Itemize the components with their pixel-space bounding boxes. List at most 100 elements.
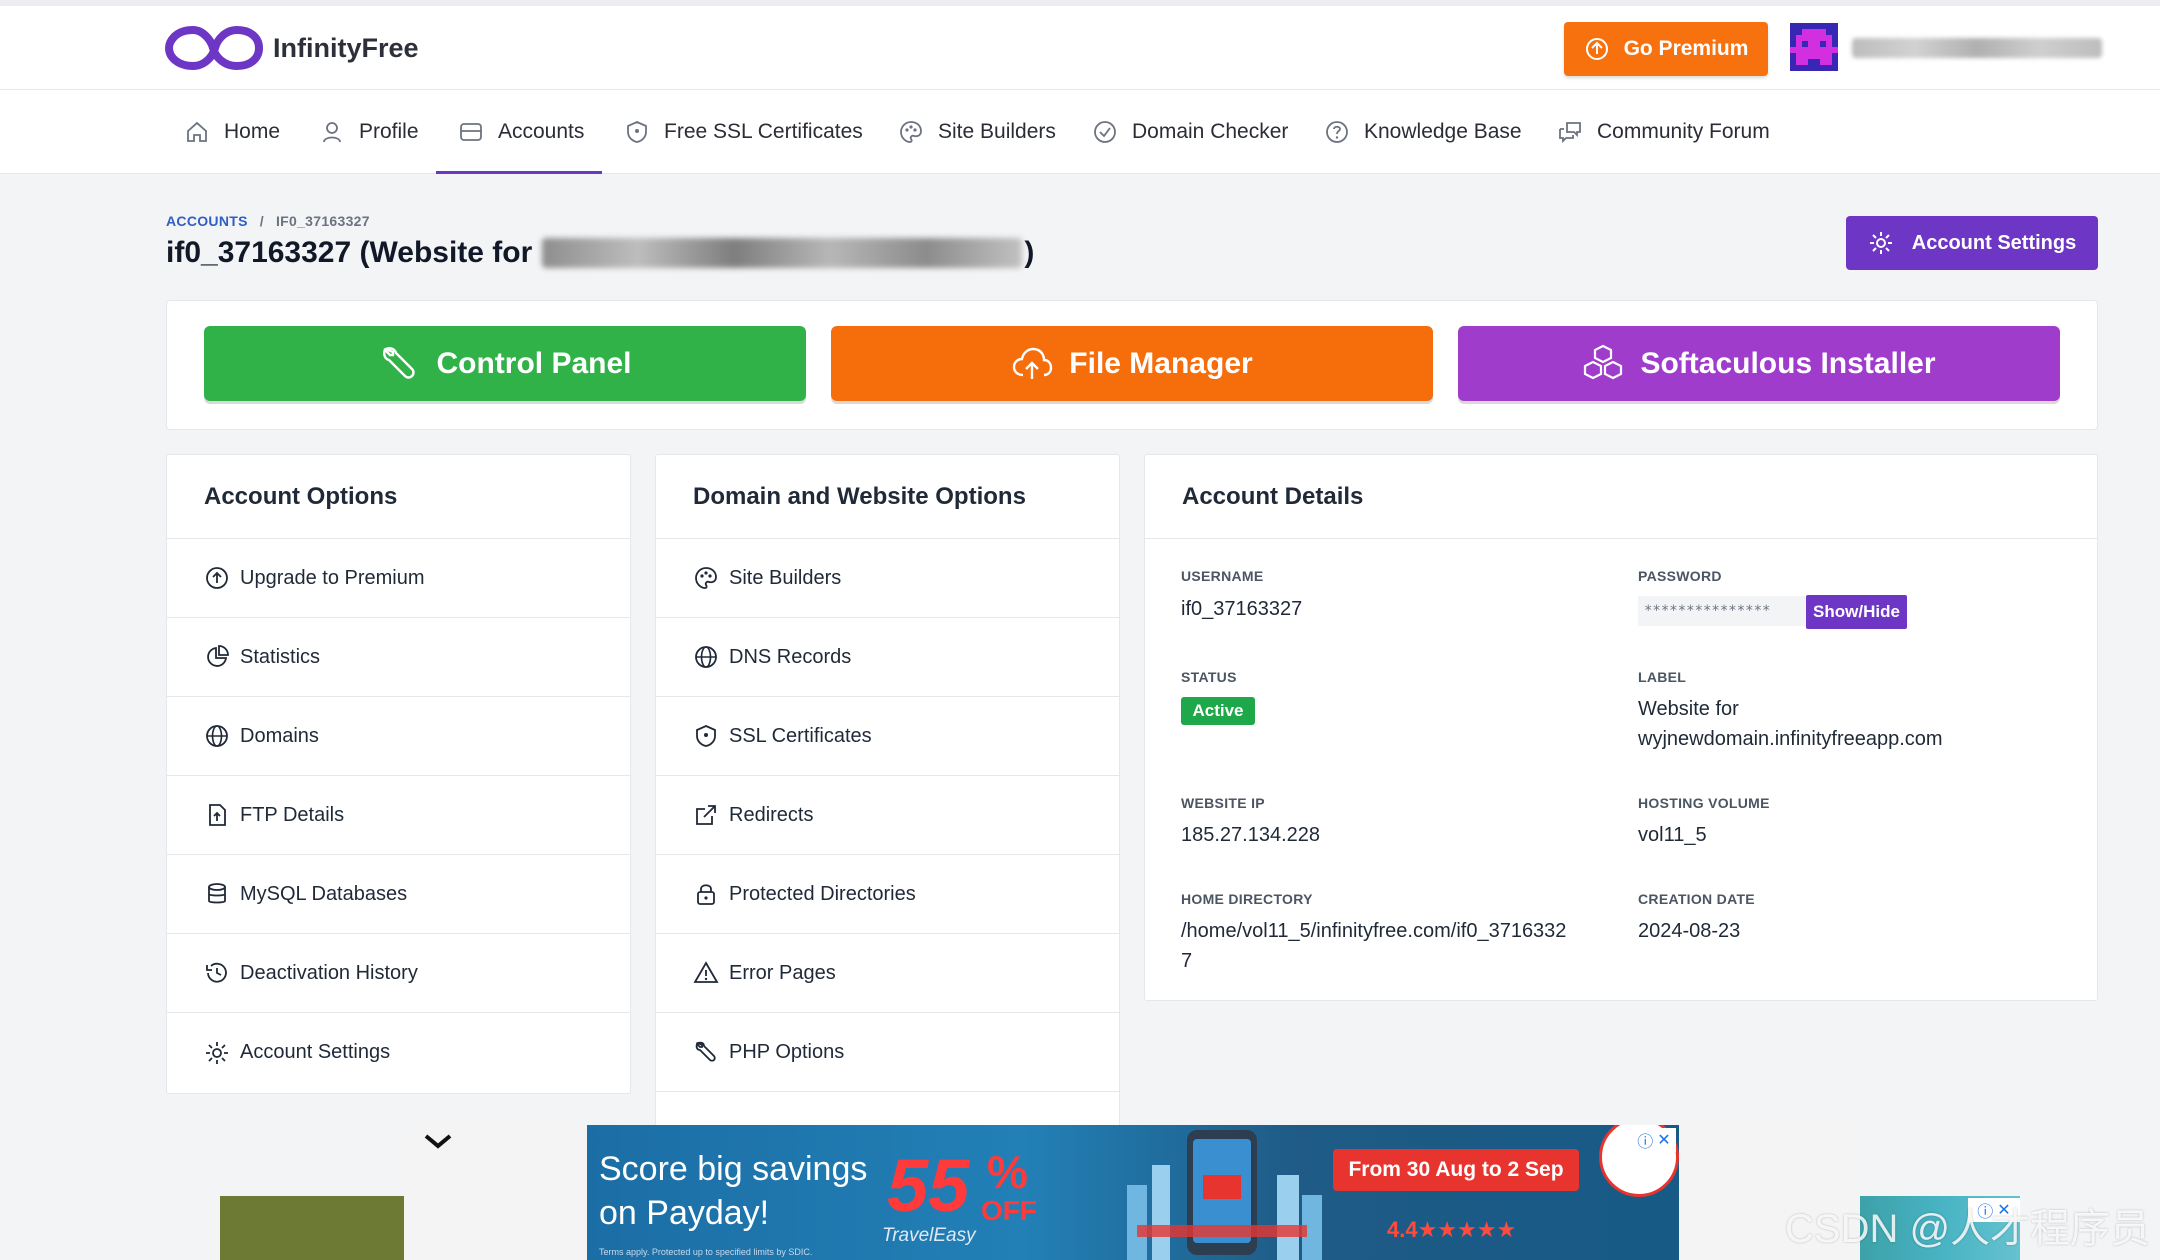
- lock-icon: [697, 884, 715, 905]
- globe-icon: [206, 725, 228, 747]
- nav-free-ssl[interactable]: Free SSL Certificates: [624, 90, 863, 174]
- avatar-pixel-icon: [1790, 23, 1838, 71]
- avatar[interactable]: [1790, 23, 1838, 71]
- nav-site-builders[interactable]: Site Builders: [898, 90, 1056, 174]
- chevron-down-icon[interactable]: [418, 1128, 458, 1156]
- option-error-pages[interactable]: Error Pages: [656, 934, 1119, 1013]
- brand-logo[interactable]: InfinityFree: [165, 22, 419, 74]
- shield-icon: [627, 121, 647, 143]
- ad-headline-line1: Score big savings: [599, 1150, 868, 1188]
- option-label: Site Builders: [729, 566, 842, 589]
- domain-options-title: Domain and Website Options: [656, 455, 1119, 539]
- nav-home[interactable]: Home: [184, 90, 280, 174]
- account-options-title: Account Options: [167, 455, 630, 539]
- pie-chart-icon: [207, 645, 229, 667]
- page-title-suffix: ): [1024, 236, 1035, 269]
- option-deactivation-history[interactable]: Deactivation History: [167, 934, 630, 1013]
- gear-icon: [1869, 232, 1892, 254]
- blurred-domain: [542, 238, 1023, 268]
- option-label: PHP Options: [729, 1040, 845, 1063]
- close-icon: ✕: [1657, 1132, 1671, 1149]
- infinity-logo-icon: [165, 25, 263, 71]
- username-label: USERNAME: [1181, 568, 1264, 584]
- breadcrumb: ACCOUNTS / IF0_37163327: [166, 213, 370, 229]
- option-label: SSL Certificates: [729, 724, 872, 747]
- check-circle-icon: [1094, 121, 1116, 143]
- label-value-line1: Website for: [1638, 698, 1739, 720]
- ad-banner[interactable]: Score big savings on Payday! 55 % OFF Tr…: [587, 1125, 1679, 1260]
- option-label: Protected Directories: [729, 882, 916, 905]
- option-label: Redirects: [729, 803, 814, 826]
- breadcrumb-accounts-link[interactable]: ACCOUNTS: [166, 213, 248, 229]
- ad-city-phone-illustration: [1127, 1130, 1322, 1260]
- page-title: if0_37163327 (Website for ): [166, 236, 1034, 270]
- breadcrumb-separator: /: [259, 213, 264, 229]
- label-value-line2: wyjnewdomain.infinityfreeapp.com: [1638, 728, 1943, 750]
- page-title-text: if0_37163327 (Website for: [166, 236, 533, 269]
- go-premium-label: Go Premium: [1623, 37, 1749, 60]
- website-ip-label: WEBSITE IP: [1181, 795, 1265, 811]
- show-hide-password-button[interactable]: Show/Hide: [1806, 595, 1907, 629]
- option-site-builders[interactable]: Site Builders: [656, 539, 1119, 618]
- softaculous-installer-button[interactable]: Softaculous Installer: [1458, 326, 2060, 401]
- nav-accounts-label: Accounts: [498, 120, 585, 143]
- option-domains[interactable]: Domains: [167, 697, 630, 776]
- ad-headline-line2: on Payday!: [599, 1194, 770, 1232]
- globe-icon: [695, 646, 717, 668]
- option-statistics[interactable]: Statistics: [167, 618, 630, 697]
- ad-percent: 55: [887, 1144, 970, 1227]
- option-ssl-certificates[interactable]: SSL Certificates: [656, 697, 1119, 776]
- control-panel-button[interactable]: Control Panel: [204, 326, 806, 401]
- quick-actions-panel: Control Panel File Manager Softaculous I…: [166, 300, 2098, 430]
- palette-icon: [695, 567, 717, 589]
- home-directory-label: HOME DIRECTORY: [1181, 891, 1313, 907]
- option-php-options[interactable]: PHP Options: [656, 1013, 1119, 1092]
- option-ftp-details[interactable]: FTP Details: [167, 776, 630, 855]
- file-manager-button[interactable]: File Manager: [831, 326, 1433, 401]
- go-premium-button[interactable]: Go Premium: [1564, 22, 1768, 76]
- ad-close-button[interactable]: ⓘ ✕: [1632, 1128, 1676, 1152]
- option-mysql-databases[interactable]: MySQL Databases: [167, 855, 630, 934]
- option-account-settings[interactable]: Account Settings: [167, 1013, 630, 1092]
- palette-icon: [900, 121, 922, 143]
- option-upgrade-premium[interactable]: Upgrade to Premium: [167, 539, 630, 618]
- nav-community-forum-label: Community Forum: [1597, 120, 1770, 143]
- account-options-card: Account Options Upgrade to Premium Stati…: [166, 454, 631, 1094]
- ad-info-icon: ⓘ: [1637, 1134, 1654, 1151]
- ad-side-image: [220, 1196, 405, 1260]
- user-icon: [323, 122, 341, 143]
- home-directory-line1: /home/vol11_5/infinityfree.com/if0_37163…: [1181, 920, 1567, 942]
- nav-domain-checker[interactable]: Domain Checker: [1092, 90, 1288, 174]
- nav-profile[interactable]: Profile: [319, 90, 419, 174]
- status-label: STATUS: [1181, 669, 1237, 685]
- status-badge: Active: [1181, 697, 1255, 725]
- ad-dates: From 30 Aug to 2 Sep: [1333, 1149, 1579, 1191]
- nav-accounts[interactable]: Accounts: [435, 90, 603, 174]
- wrench-icon: [383, 346, 416, 379]
- nav-profile-label: Profile: [359, 120, 419, 143]
- history-icon: [206, 962, 227, 983]
- password-field: ***************: [1638, 596, 1806, 626]
- option-label: Domains: [240, 724, 319, 747]
- nav-community-forum[interactable]: Community Forum: [1557, 90, 1770, 174]
- nav-knowledge-base-label: Knowledge Base: [1364, 120, 1522, 143]
- option-redirects[interactable]: Redirects: [656, 776, 1119, 855]
- username-value: if0_37163327: [1181, 598, 1303, 620]
- user-email-redacted[interactable]: [1852, 38, 2102, 58]
- question-icon: [1326, 121, 1348, 143]
- option-protected-directories[interactable]: Protected Directories: [656, 855, 1119, 934]
- hosting-volume-value: vol11_5: [1638, 824, 1707, 846]
- breadcrumb-current: IF0_37163327: [275, 213, 370, 229]
- file-manager-label: File Manager: [1069, 346, 1253, 380]
- option-dns-records[interactable]: DNS Records: [656, 618, 1119, 697]
- option-label: Account Settings: [240, 1041, 391, 1063]
- nav-free-ssl-label: Free SSL Certificates: [664, 120, 863, 143]
- account-settings-button[interactable]: Account Settings: [1846, 216, 2098, 270]
- nav-home-label: Home: [224, 120, 281, 143]
- control-panel-label: Control Panel: [436, 346, 632, 380]
- external-link-icon: [696, 805, 716, 825]
- ad-brand: TravelEasy: [882, 1225, 976, 1246]
- ad-off: OFF: [981, 1195, 1037, 1226]
- softaculous-label: Softaculous Installer: [1640, 346, 1936, 380]
- nav-knowledge-base[interactable]: Knowledge Base: [1324, 90, 1522, 174]
